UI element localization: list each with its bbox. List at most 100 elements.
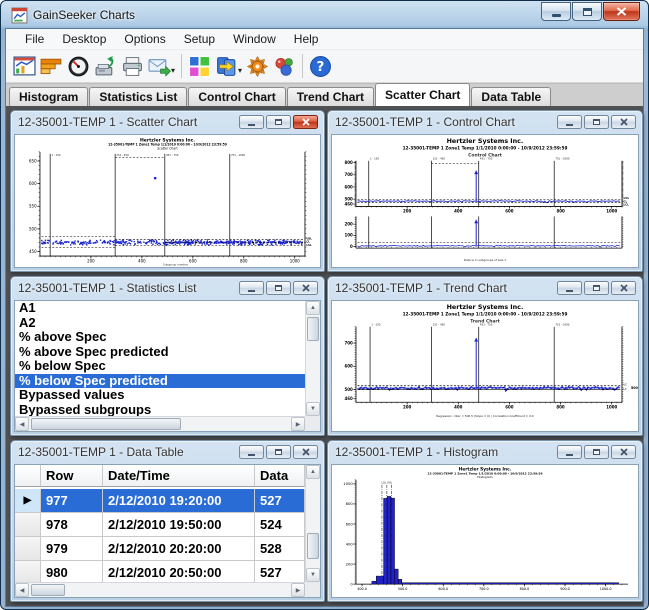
scrollbar-thumb[interactable]: [31, 418, 181, 430]
horizontal-scrollbar[interactable]: ◀ ▶: [15, 416, 305, 431]
scroll-down-button[interactable]: ▼: [306, 402, 320, 416]
menu-item-desktop[interactable]: Desktop: [53, 30, 115, 48]
table-cell[interactable]: 527: [255, 489, 305, 513]
scatter-minimize-button[interactable]: [239, 115, 264, 129]
table-cell[interactable]: 979: [41, 537, 103, 561]
control-close-button[interactable]: [611, 115, 636, 129]
column-header-data[interactable]: Data: [255, 465, 305, 487]
scrollbar-thumb[interactable]: [31, 584, 65, 596]
scroll-down-button[interactable]: ▼: [306, 568, 320, 582]
row-selector-current[interactable]: ▶: [15, 489, 41, 513]
data-table-grid[interactable]: Row Date/Time Data ▶ 977 2/12/2010 19:20…: [15, 465, 305, 582]
gauge-button[interactable]: [65, 52, 92, 80]
trend-window-titlebar[interactable]: 12-35001-TEMP 1 - Trend Chart: [328, 277, 642, 298]
tab-scatter-chart[interactable]: Scatter Chart: [375, 83, 470, 106]
scrollbar-thumb[interactable]: [307, 317, 319, 341]
control-chart-window[interactable]: 12-35001-TEMP 1 - Control Chart Hertzler…: [327, 110, 643, 272]
data-entry-button[interactable]: [92, 52, 119, 80]
menu-item-file[interactable]: File: [16, 30, 53, 48]
pareto-button[interactable]: [38, 52, 65, 80]
charts-button[interactable]: [11, 52, 38, 80]
statistics-list[interactable]: A1 A2 % above Spec % above Spec predicte…: [15, 301, 305, 416]
tab-histogram[interactable]: Histogram: [9, 87, 88, 106]
title-bar[interactable]: GainSeeker Charts: [5, 1, 644, 28]
trend-chart-window[interactable]: 12-35001-TEMP 1 - Trend Chart Hertzler S…: [327, 276, 643, 436]
close-button[interactable]: [603, 2, 640, 21]
tile-windows-button[interactable]: [186, 52, 213, 80]
table-cell[interactable]: 977: [41, 489, 103, 513]
themes-button[interactable]: [271, 52, 298, 80]
help-button[interactable]: ?: [307, 52, 334, 80]
histogram-window-titlebar[interactable]: 12-35001-TEMP 1 - Histogram: [328, 441, 642, 462]
minimize-button[interactable]: [541, 2, 571, 21]
scroll-right-button[interactable]: ▶: [291, 417, 305, 431]
tab-statistics-list[interactable]: Statistics List: [89, 87, 187, 106]
table-minimize-button[interactable]: [239, 445, 264, 459]
table-cell[interactable]: 2/12/2010 19:20:00: [103, 489, 255, 513]
maximize-button[interactable]: [572, 2, 602, 21]
menu-item-options[interactable]: Options: [115, 30, 174, 48]
scatter-maximize-button[interactable]: [266, 115, 291, 129]
table-cell[interactable]: 528: [255, 537, 305, 561]
list-item-selected[interactable]: % below Spec predicted: [15, 374, 305, 389]
list-item[interactable]: Bypassed subgroups: [15, 403, 305, 417]
list-item[interactable]: % above Spec predicted: [15, 345, 305, 360]
control-window-titlebar[interactable]: 12-35001-TEMP 1 - Control Chart: [328, 111, 642, 132]
scroll-up-button[interactable]: ▲: [306, 465, 320, 479]
list-item[interactable]: % below Spec: [15, 359, 305, 374]
email-dropdown-button[interactable]: ▾: [171, 66, 175, 75]
list-item[interactable]: A1: [15, 301, 305, 316]
tab-control-chart[interactable]: Control Chart: [188, 87, 285, 106]
tab-data-table[interactable]: Data Table: [471, 87, 551, 106]
tab-trend-chart[interactable]: Trend Chart: [287, 87, 374, 106]
stats-minimize-button[interactable]: [239, 281, 264, 295]
scroll-left-button[interactable]: ◀: [15, 417, 29, 431]
control-chart-canvas[interactable]: Hertzler Systems Inc.12-35001-TEMP 1 Zon…: [332, 135, 638, 267]
histogram-minimize-button[interactable]: [557, 445, 582, 459]
scatter-close-button[interactable]: [293, 115, 318, 129]
control-minimize-button[interactable]: [557, 115, 582, 129]
send-email-button[interactable]: [146, 52, 173, 80]
table-window-titlebar[interactable]: 12-35001-TEMP 1 - Data Table: [11, 441, 324, 462]
histogram-maximize-button[interactable]: [584, 445, 609, 459]
histogram-close-button[interactable]: [611, 445, 636, 459]
vertical-scrollbar[interactable]: ▲ ▼: [305, 465, 320, 582]
row-selector[interactable]: [15, 513, 41, 537]
trend-maximize-button[interactable]: [584, 281, 609, 295]
horizontal-scrollbar[interactable]: ◀ ▶: [15, 582, 305, 597]
menu-item-setup[interactable]: Setup: [175, 30, 224, 48]
trend-minimize-button[interactable]: [557, 281, 582, 295]
list-item[interactable]: % above Spec: [15, 330, 305, 345]
scrollbar-thumb[interactable]: [307, 533, 319, 559]
histogram-chart-canvas[interactable]: Hertzler Systems Inc.12-35001-TEMP 1 Zon…: [332, 465, 638, 597]
data-table-window[interactable]: 12-35001-TEMP 1 - Data Table Row Date/Ti…: [10, 440, 325, 602]
column-header-row[interactable]: Row: [41, 465, 103, 487]
table-maximize-button[interactable]: [266, 445, 291, 459]
column-header-datetime[interactable]: Date/Time: [103, 465, 255, 487]
switch-window-button[interactable]: [213, 52, 240, 80]
settings-button[interactable]: [244, 52, 271, 80]
table-cell[interactable]: 2/12/2010 19:50:00: [103, 513, 255, 537]
list-item[interactable]: Bypassed values: [15, 388, 305, 403]
statistics-list-window[interactable]: 12-35001-TEMP 1 - Statistics List A1 A2 …: [10, 276, 325, 436]
table-close-button[interactable]: [293, 445, 318, 459]
trend-close-button[interactable]: [611, 281, 636, 295]
stats-close-button[interactable]: [293, 281, 318, 295]
control-maximize-button[interactable]: [584, 115, 609, 129]
scatter-chart-window[interactable]: 12-35001-TEMP 1 - Scatter Chart Hertzler…: [10, 110, 325, 272]
print-button[interactable]: [119, 52, 146, 80]
menu-item-help[interactable]: Help: [285, 30, 328, 48]
stats-window-titlebar[interactable]: 12-35001-TEMP 1 - Statistics List: [11, 277, 324, 298]
scroll-up-button[interactable]: ▲: [306, 301, 320, 315]
row-selector[interactable]: [15, 537, 41, 561]
vertical-scrollbar[interactable]: ▲ ▼: [305, 301, 320, 416]
scroll-right-button[interactable]: ▶: [291, 583, 305, 597]
menu-item-window[interactable]: Window: [224, 30, 285, 48]
stats-maximize-button[interactable]: [266, 281, 291, 295]
scroll-left-button[interactable]: ◀: [15, 583, 29, 597]
histogram-window[interactable]: 12-35001-TEMP 1 - Histogram Hertzler Sys…: [327, 440, 643, 602]
table-cell[interactable]: 524: [255, 513, 305, 537]
table-cell[interactable]: 978: [41, 513, 103, 537]
switch-window-dropdown-button[interactable]: ▾: [238, 66, 242, 75]
scatter-chart-canvas[interactable]: Hertzler Systems Inc.12-35001-TEMP 1 Zon…: [15, 135, 320, 267]
